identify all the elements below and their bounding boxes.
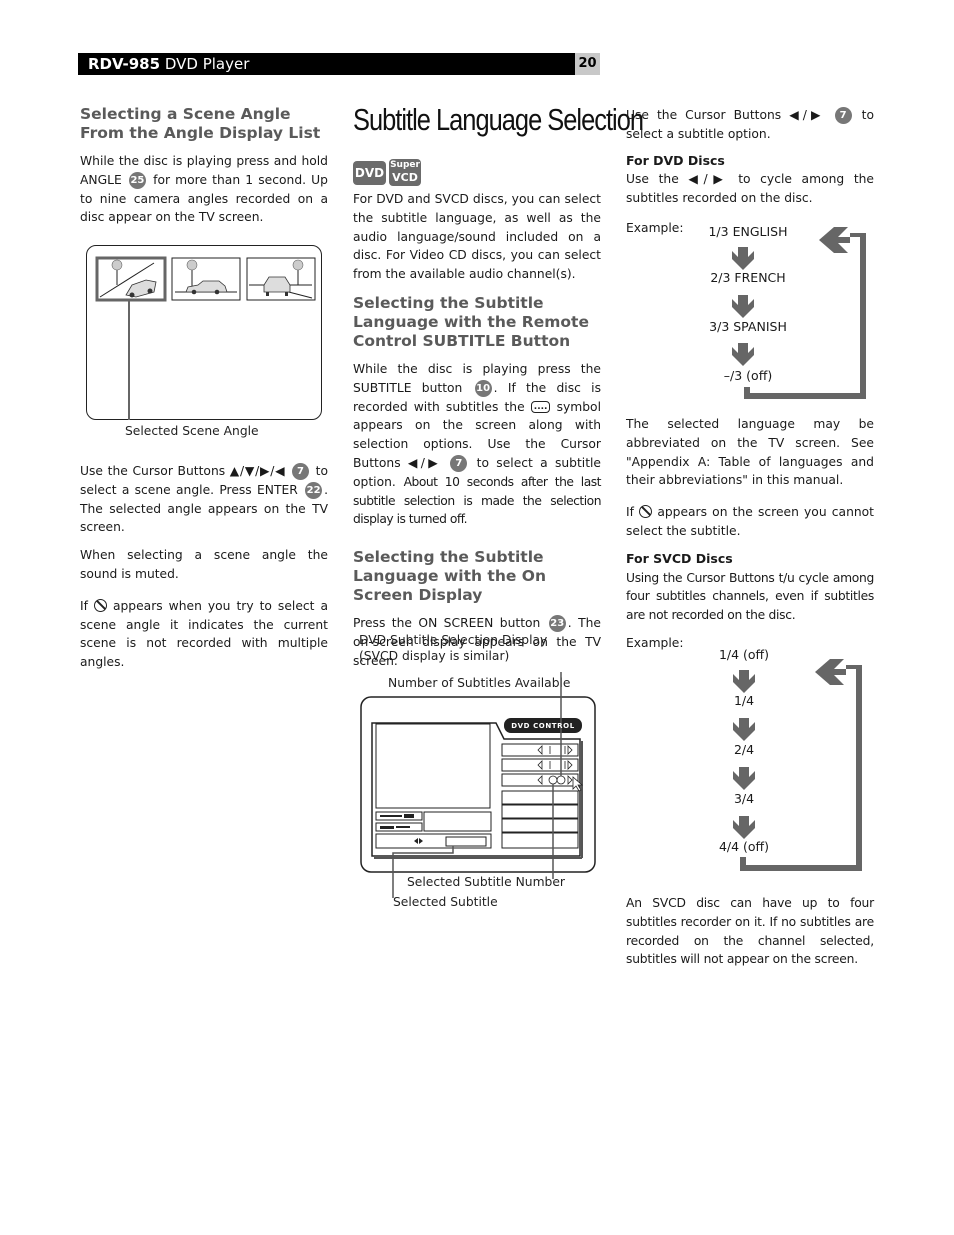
button-number-badge: 7 [291, 463, 309, 480]
model-name: RDV-985 [88, 55, 161, 73]
remote-instructions: While the disc is playing press the SUBT… [353, 361, 602, 527]
middle-column: For DVD and SVCD discs, you can select t… [353, 190, 602, 671]
dvd-discs-text: Use the ◀/▶ to cycle among the subtitles… [626, 172, 874, 206]
button-number-badge: 7 [834, 107, 852, 124]
section-heading-remote: Selecting the Subtitle Language with the… [353, 293, 589, 350]
prohibit-subtitle-note: If appears on the screen you cannot sele… [626, 505, 875, 538]
selected-scene-angle-label: Selected Scene Angle [125, 424, 259, 438]
down-arrow-icon [733, 670, 755, 693]
super-vcd-badge: Super VCD [389, 159, 421, 186]
cursor-intro: Use the Cursor Buttons ◀/▶ 7 to select a… [626, 107, 874, 141]
svcd-step-3: 2/4 [733, 742, 755, 757]
osd-info-rows [501, 790, 579, 849]
abbreviation-note: The selected language may be abbreviated… [626, 417, 874, 488]
prohibited-icon [93, 598, 107, 612]
svcd-step-1: 1/4 (off) [718, 647, 770, 662]
subtitle-symbol-icon: .... [530, 401, 551, 414]
left-column-lower: Use the Cursor Buttons ▲/▼/▶/◀ 7 to sele… [80, 462, 328, 672]
dvd-discs-heading: For DVD Discs [626, 152, 725, 168]
dvd-step-3: 3/3 SPANISH [709, 319, 787, 334]
section-heading-on-screen: Selecting the Subtitle Language with the… [353, 548, 547, 605]
video-window [375, 723, 491, 809]
svcd-discs-heading: For SVCD Discs [626, 550, 733, 566]
button-number-badge: 10 [474, 379, 492, 397]
osd-setting-rows [501, 743, 584, 792]
left-column: Selecting a Scene Angle From the Angle D… [80, 105, 328, 227]
down-arrow-icon [732, 295, 754, 318]
svcd-step-4: 3/4 [733, 791, 755, 806]
angle-thumbnail-1-selected [95, 256, 166, 301]
muted-note: When selecting a scene angle the sound i… [80, 548, 328, 581]
section-heading-scene-angle: Selecting a Scene Angle From the Angle D… [80, 105, 321, 142]
right-column-bottom: An SVCD disc can have up to four subtitl… [626, 894, 874, 969]
down-arrow-icon [732, 247, 754, 270]
selected-number-label: Selected Subtitle Number [407, 875, 565, 889]
angle-display-figure [86, 245, 322, 420]
button-number-badge: 22 [305, 481, 323, 499]
prohibit-note: If appears when you try to select a scen… [80, 598, 328, 670]
right-column: Use the Cursor Buttons ◀/▶ 7 to select a… [626, 106, 874, 208]
dvd-step-2: 2/3 FRENCH [710, 270, 786, 285]
button-number-badge: 25 [128, 171, 146, 189]
svcd-step-2: 1/4 [733, 693, 755, 708]
svcd-final-note: An SVCD disc can have up to four subtitl… [626, 896, 874, 967]
button-number-badge: 7 [450, 454, 468, 472]
scene-angle-intro: While the disc is playing press and hold… [80, 154, 328, 225]
osd-figure-caption: DVD Subtitle Selection Display (SVCD dis… [359, 633, 548, 663]
down-arrow-icon [733, 718, 755, 741]
subtitle-intro: For DVD and SVCD discs, you can select t… [353, 192, 601, 282]
angle-thumbnails [95, 256, 315, 420]
product-name: DVD Player [164, 55, 250, 73]
angle-thumbnail-2 [171, 257, 240, 300]
dvd-step-4: –/3 (off) [723, 368, 773, 383]
svcd-step-5: 4/4 (off) [718, 839, 770, 854]
angle-thumbnail-3 [246, 257, 315, 300]
svcd-discs-text: Using the Cursor Buttons t/u cycle among… [626, 570, 874, 623]
dvd-step-1: 1/3 ENGLISH [708, 224, 788, 239]
right-column-mid: The selected language may be abbreviated… [626, 415, 874, 625]
page-number: 20 [575, 53, 600, 75]
osd-figure: DVD CONTROL [360, 672, 596, 898]
selected-subtitle-label: Selected Subtitle [393, 895, 498, 909]
prohibited-icon [639, 505, 653, 519]
down-arrow-icon [732, 343, 754, 366]
cursor-instructions: Use the Cursor Buttons ▲/▼/▶/◀ 7 to sele… [80, 463, 329, 535]
selected-subtitle-box [445, 836, 487, 847]
dvd-badge: DVD [353, 161, 386, 185]
button-number-badge: 23 [548, 615, 566, 633]
page-title: Subtitle Language Selection [353, 102, 644, 137]
down-arrow-icon [733, 816, 755, 839]
osd-title: DVD CONTROL [511, 722, 575, 730]
running-header: RDV-985 DVD Player [78, 53, 575, 75]
down-arrow-icon [733, 767, 755, 790]
